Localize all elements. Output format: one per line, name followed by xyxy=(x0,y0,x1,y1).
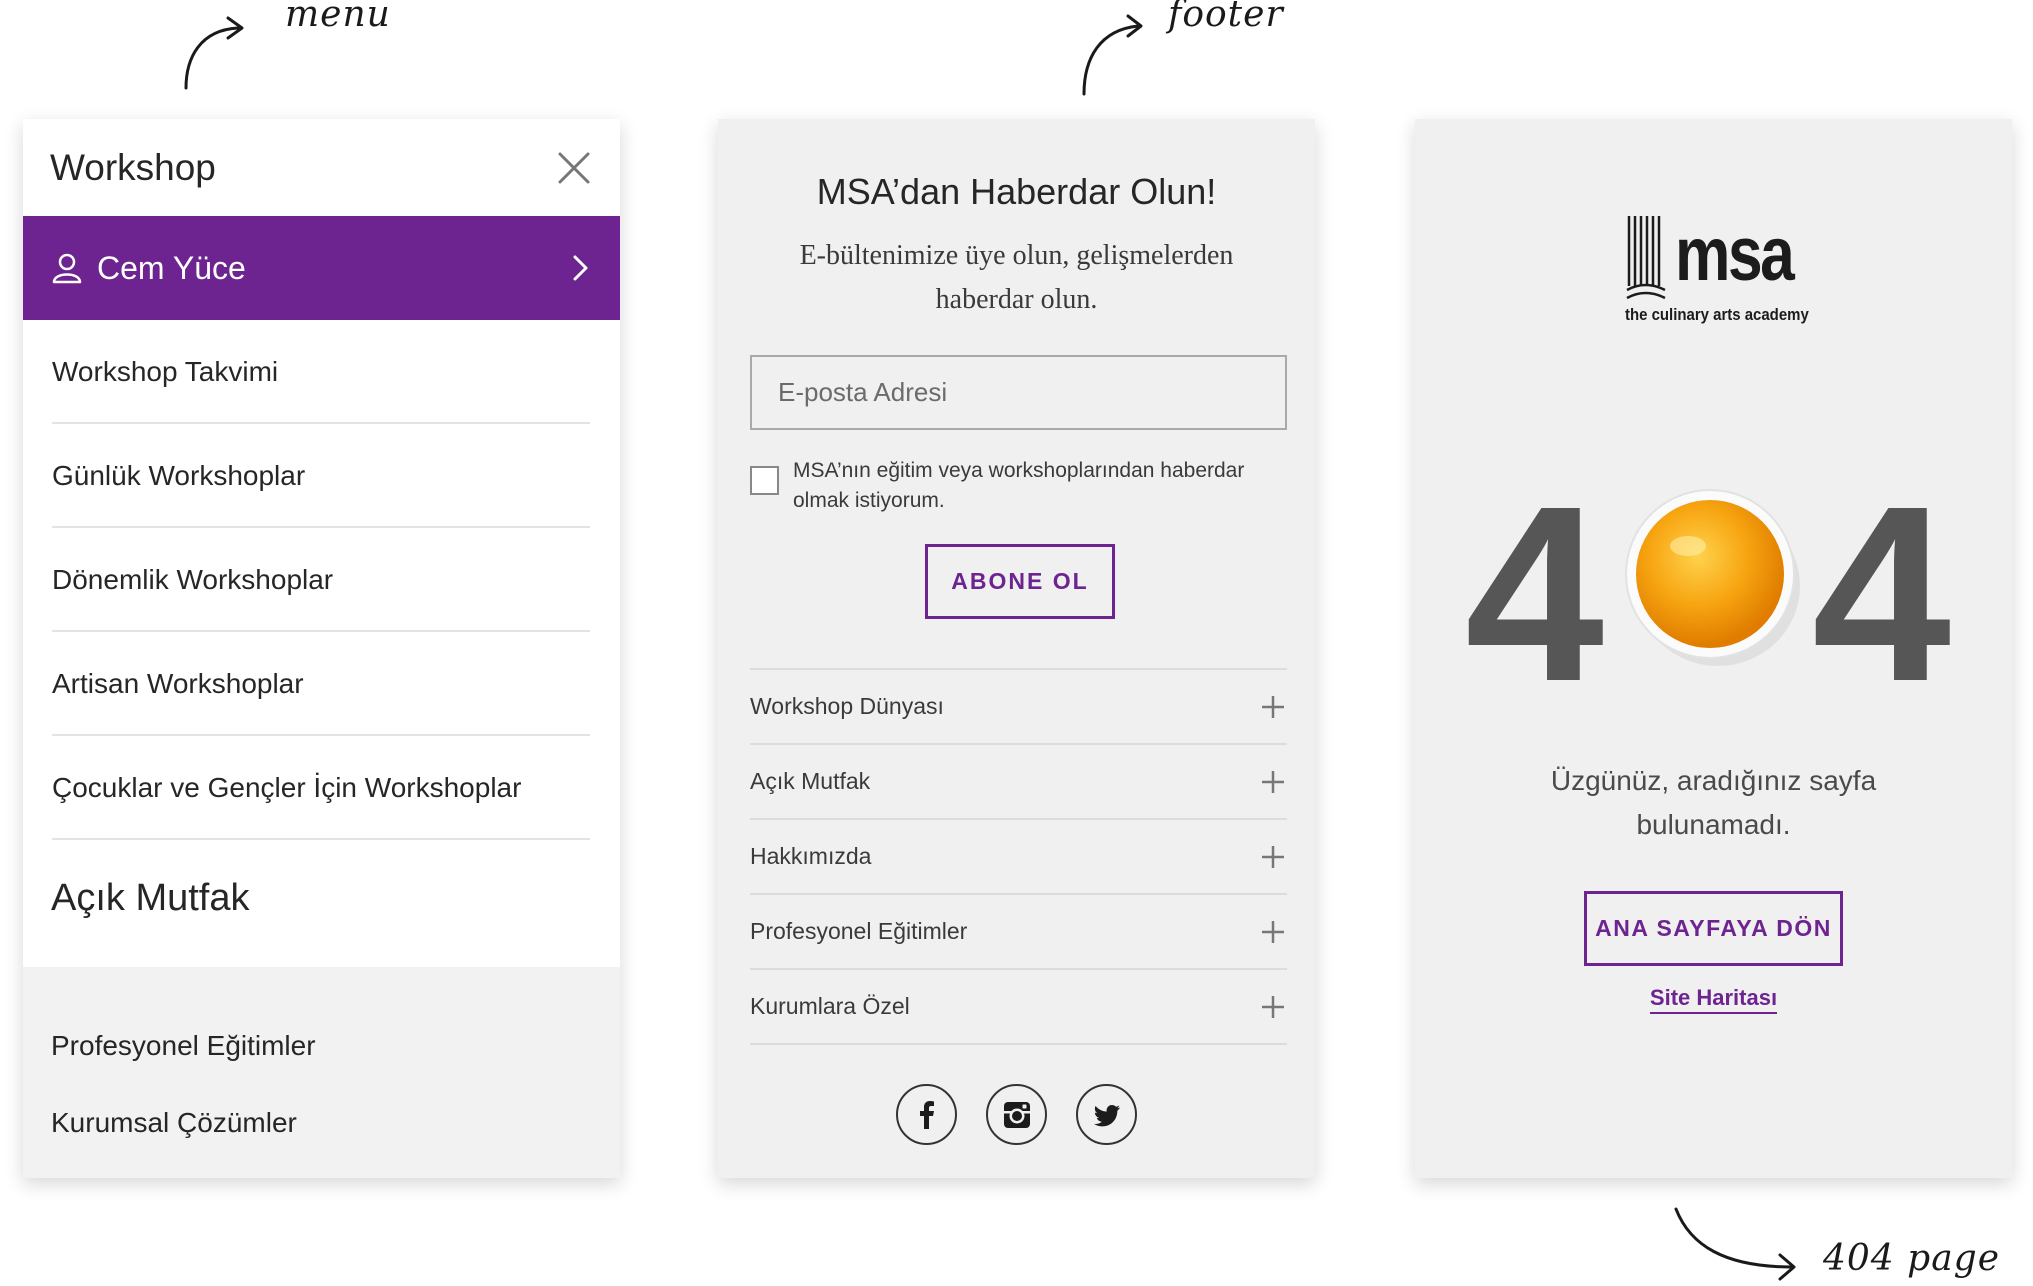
footer-link-hakkimizda[interactable]: Hakkımızda xyxy=(750,820,1287,895)
newsletter-description: E-bültenimize üye olun, gelişmelerden ha… xyxy=(799,240,1234,315)
twitter-icon[interactable] xyxy=(1076,1084,1137,1145)
footer-link-list: Workshop Dünyası Açık Mutfak Hakkımızda … xyxy=(750,668,1287,1045)
close-icon[interactable] xyxy=(556,150,592,186)
page404-annotation: 404 page xyxy=(1823,1238,2001,1279)
consent-label: MSA’nın eğitim veya workshoplarından hab… xyxy=(793,459,1245,512)
footer-link-label: Kurumlara Özel xyxy=(750,993,910,1019)
sitemap-link[interactable]: Site Haritası xyxy=(1649,985,1778,1014)
user-name: Cem Yüce xyxy=(97,249,246,286)
menu-item-kurumsal-cozumler[interactable]: Kurumsal Çözümler xyxy=(51,1084,592,1161)
footer-link-label: Açık Mutfak xyxy=(750,768,871,794)
error-404-panel: msa the culinary arts academy 4 4 Üzgünü… xyxy=(1415,119,2012,1178)
sitemap-row: Site Haritası xyxy=(1415,985,2012,1014)
instagram-icon[interactable] xyxy=(986,1084,1047,1145)
footer-panel: MSA’dan Haberdar Olun! E-bültenimize üye… xyxy=(718,119,1315,1178)
plus-icon xyxy=(1262,920,1284,943)
plus-icon xyxy=(1262,770,1284,793)
mobile-menu-panel: Workshop Cem Yüce Workshop Takvimi Günlü… xyxy=(23,119,620,1178)
menu-item-donemlik-workshoplar[interactable]: Dönemlik Workshoplar xyxy=(52,528,590,632)
social-links xyxy=(718,1084,1315,1145)
email-field[interactable] xyxy=(750,355,1287,430)
footer-link-label: Hakkımızda xyxy=(750,843,872,869)
menu-item-cocuklar-workshoplar[interactable]: Çocuklar ve Gençler İçin Workshoplar xyxy=(52,736,590,840)
msa-logo-text: msa xyxy=(1675,212,1795,297)
menu-arrow-icon xyxy=(184,16,244,90)
plus-icon xyxy=(1262,695,1284,718)
menu-item-artisan-workshoplar[interactable]: Artisan Workshoplar xyxy=(52,632,590,736)
plus-icon xyxy=(1262,845,1284,868)
menu-section-acik-mutfak[interactable]: Açık Mutfak xyxy=(23,840,620,956)
menu-annotation: menu xyxy=(285,0,391,35)
error-message: Üzgünüz, aradığınız sayfa bulunamadı. xyxy=(1550,765,1877,840)
user-icon xyxy=(52,253,82,284)
footer-link-label: Workshop Dünyası xyxy=(750,693,944,719)
egg-yolk-icon xyxy=(1625,489,1800,666)
footer-link-label: Profesyonel Eğitimler xyxy=(750,918,968,944)
error-code-digit: 4 xyxy=(1812,454,1952,733)
msa-logo-tagline: the culinary arts academy xyxy=(1625,305,1809,324)
menu-list: Workshop Takvimi Günlük Workshoplar Döne… xyxy=(23,320,620,840)
footer-annotation: footer xyxy=(1168,0,1284,35)
menu-title: Workshop xyxy=(50,146,216,188)
menu-item-gunluk-workshoplar[interactable]: Günlük Workshoplar xyxy=(52,424,590,528)
home-button[interactable]: ANA SAYFAYA DÖN xyxy=(1584,891,1843,966)
error-code-digit: 4 xyxy=(1465,454,1605,733)
menu-item-profesyonel-egitimler[interactable]: Profesyonel Eğitimler xyxy=(51,1007,592,1084)
menu-header: Workshop xyxy=(23,119,620,216)
chevron-right-icon xyxy=(573,255,588,281)
menu-secondary-links: Profesyonel Eğitimler Kurumsal Çözümler xyxy=(23,967,620,1178)
footer-link-workshop-dunyasi[interactable]: Workshop Dünyası xyxy=(750,670,1287,745)
consent-row: MSA’nın eğitim veya workshoplarından hab… xyxy=(750,456,1287,516)
footer-link-profesyonel-egitimler[interactable]: Profesyonel Eğitimler xyxy=(750,895,1287,970)
newsletter-title: MSA’dan Haberdar Olun! xyxy=(816,171,1217,212)
page404-arrow-icon xyxy=(1674,1207,1796,1281)
plus-icon xyxy=(1262,995,1284,1018)
facebook-icon[interactable] xyxy=(896,1084,957,1145)
subscribe-button[interactable]: ABONE OL xyxy=(925,544,1115,619)
footer-link-acik-mutfak[interactable]: Açık Mutfak xyxy=(750,745,1287,820)
menu-item-workshop-takvimi[interactable]: Workshop Takvimi xyxy=(52,320,590,424)
footer-link-kurumlara-ozel[interactable]: Kurumlara Özel xyxy=(750,970,1287,1045)
user-account-button[interactable]: Cem Yüce xyxy=(23,216,620,320)
footer-arrow-icon xyxy=(1082,14,1143,96)
consent-checkbox[interactable] xyxy=(750,466,779,495)
